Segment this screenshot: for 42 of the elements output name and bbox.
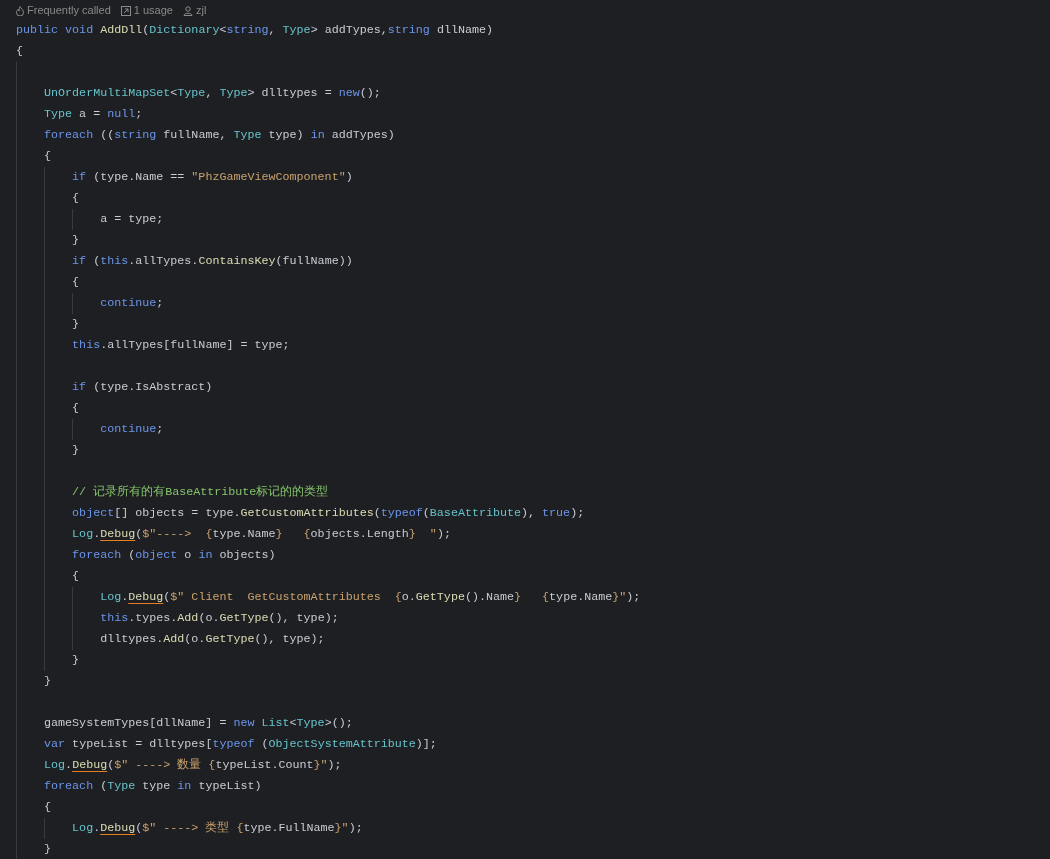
code-line: public void AddDll(Dictionary<string, Type> addTypes,string dllName) [16,22,493,39]
code-line: Log.Debug($"----> {type.Name} {objects.Length} "); [71,526,451,543]
code-line: } [43,841,52,858]
flame-icon [16,5,24,16]
code-line: var typeList = dlltypes[typeof (ObjectSystemAttribute)]; [43,736,437,753]
code-line: Type a = null; [43,106,143,123]
code-line: } [71,442,80,459]
code-line: dlltypes.Add(o.GetType(), type); [99,631,325,648]
code-line: a = type; [99,211,164,228]
code-line: } [71,316,80,333]
code-line: if (type.IsAbstract) [71,379,213,396]
code-line: { [71,190,80,207]
code-line: if (this.allTypes.ContainsKey(fullName)) [71,253,353,270]
code-lens-hint[interactable]: zjl [195,2,207,19]
code-line: Log.Debug($" ----> 类型 {type.FullName}"); [71,820,363,837]
code-lens-hint[interactable]: Frequently called [27,2,111,19]
code-line: { [71,274,80,291]
code-line: { [43,799,52,816]
code-line: this.allTypes[fullName] = type; [71,337,290,354]
code-line: { [16,43,23,60]
code-line: continue; [99,295,164,312]
code-line: foreach (object o in objects) [71,547,276,564]
code-line: object[] objects = type.GetCustomAttributes(typeof(BaseAttribute), true); [71,505,585,522]
code-line: foreach (Type type in typeList) [43,778,262,795]
code-lens-hint[interactable]: 1 usage [133,2,173,19]
code-line: // 记录所有的有BaseAttribute标记的的类型 [71,484,329,501]
code-line: } [43,673,52,690]
code-line: } [71,232,80,249]
code-line: gameSystemTypes[dllName] = new List<Type>(); [43,715,353,732]
code-line: Log.Debug($" Client GetCustomAttributes {o.GetType().Name} {type.Name}"); [99,589,641,606]
person-icon [182,5,193,16]
code-line: Log.Debug($" ----> 数量 {typeList.Count}"); [43,757,342,774]
code-line: { [71,400,80,417]
code-line: UnOrderMultiMapSet<Type, Type> dlltypes = new(); [43,85,381,102]
code-line: foreach ((string fullName, Type type) in addTypes) [43,127,395,144]
code-line: if (type.Name == "PhzGameViewComponent") [71,169,353,186]
code-line: continue; [99,421,164,438]
code-line: { [43,148,52,165]
code-line: } [71,652,80,669]
code-line: { [71,568,80,585]
code-line: this.types.Add(o.GetType(), type); [99,610,339,627]
usage-icon [120,5,131,16]
